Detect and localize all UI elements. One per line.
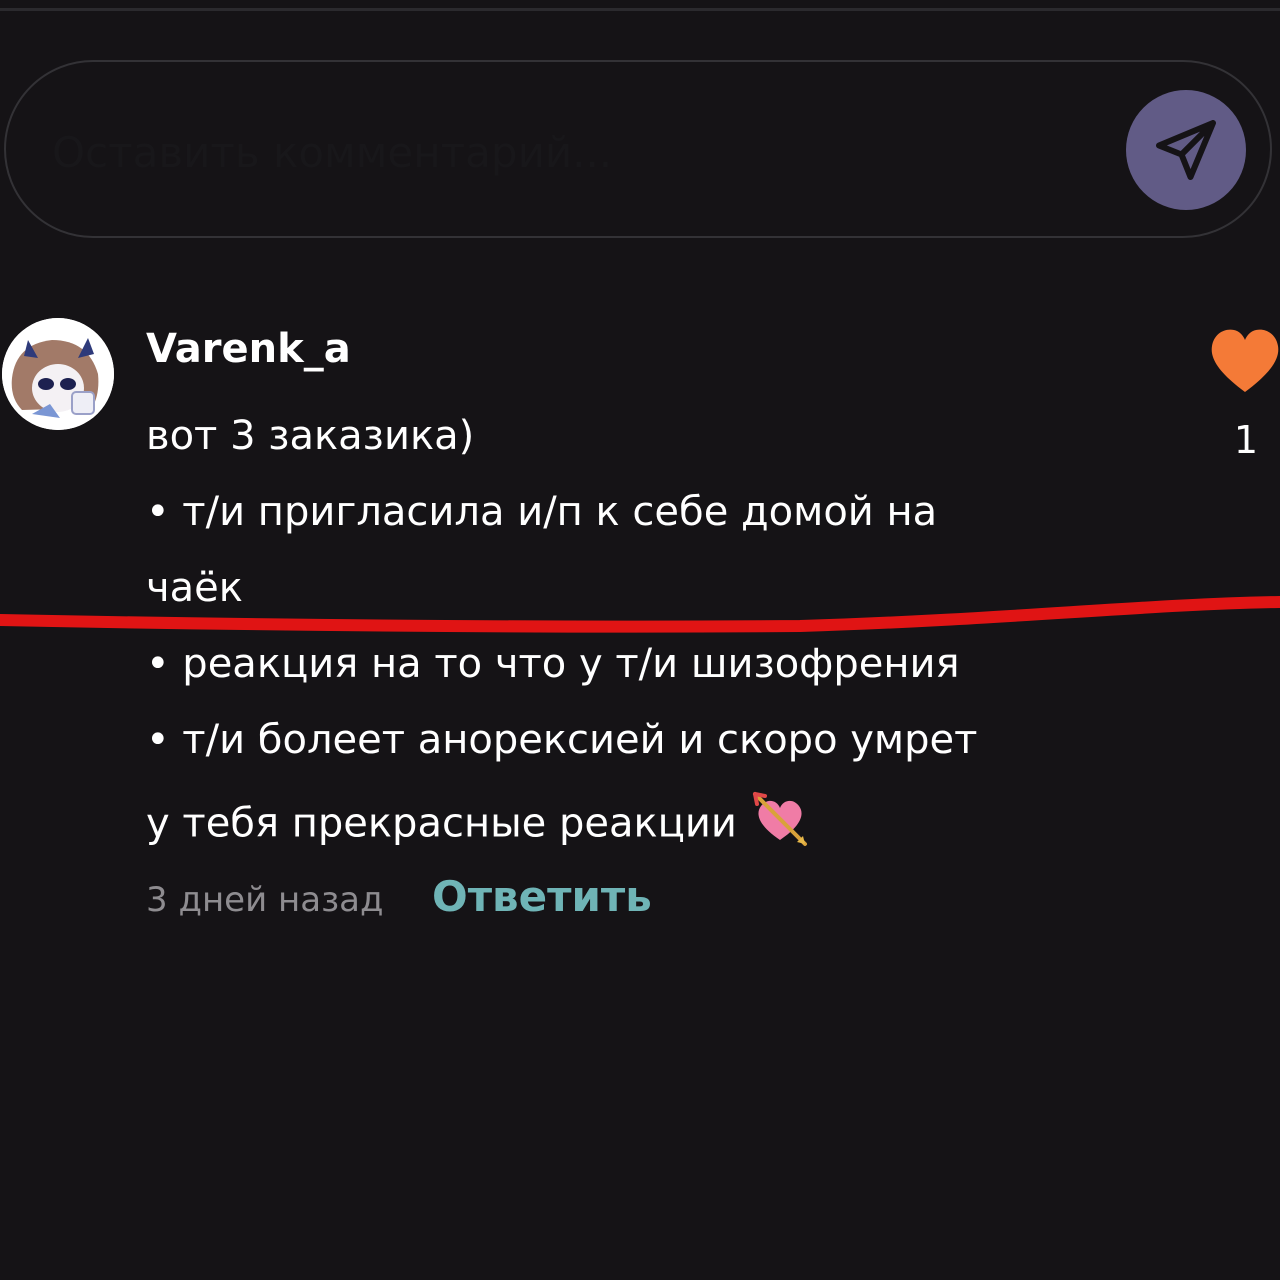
- heart-icon: [1211, 329, 1279, 392]
- comment-text-line: • т/и болеет анорексией и скоро умрет: [146, 717, 978, 763]
- send-button[interactable]: [1126, 90, 1246, 210]
- comment-username[interactable]: Varenk_a: [146, 326, 351, 372]
- send-arrow-icon: [1156, 120, 1216, 180]
- comment-text-line: вот 3 заказика): [146, 413, 475, 459]
- comment-text-line: чаёк: [146, 565, 243, 611]
- comments-screen: Varenk_a вот 3 заказика) • т/и пригласил…: [0, 0, 1280, 1280]
- comment-text-line: • т/и пригласила и/п к себе домой на: [146, 489, 938, 535]
- heart-with-arrow-icon: [751, 790, 809, 861]
- top-divider: [0, 8, 1280, 11]
- comment-input-bar: [4, 60, 1272, 238]
- like-button[interactable]: [1208, 326, 1280, 396]
- comment-text-line: у тебя прекрасные реакции: [146, 800, 737, 847]
- comment-timestamp: 3 дней назад: [146, 880, 384, 920]
- comment-last-line: у тебя прекрасные реакции: [146, 790, 809, 861]
- comment-input[interactable]: [50, 106, 1094, 198]
- avatar[interactable]: [2, 318, 114, 430]
- like-count: 1: [1233, 418, 1259, 462]
- reply-button[interactable]: Ответить: [432, 872, 652, 921]
- avatar-image: [2, 318, 114, 430]
- comment-text-line: • реакция на то что у т/и шизофрения: [146, 641, 960, 687]
